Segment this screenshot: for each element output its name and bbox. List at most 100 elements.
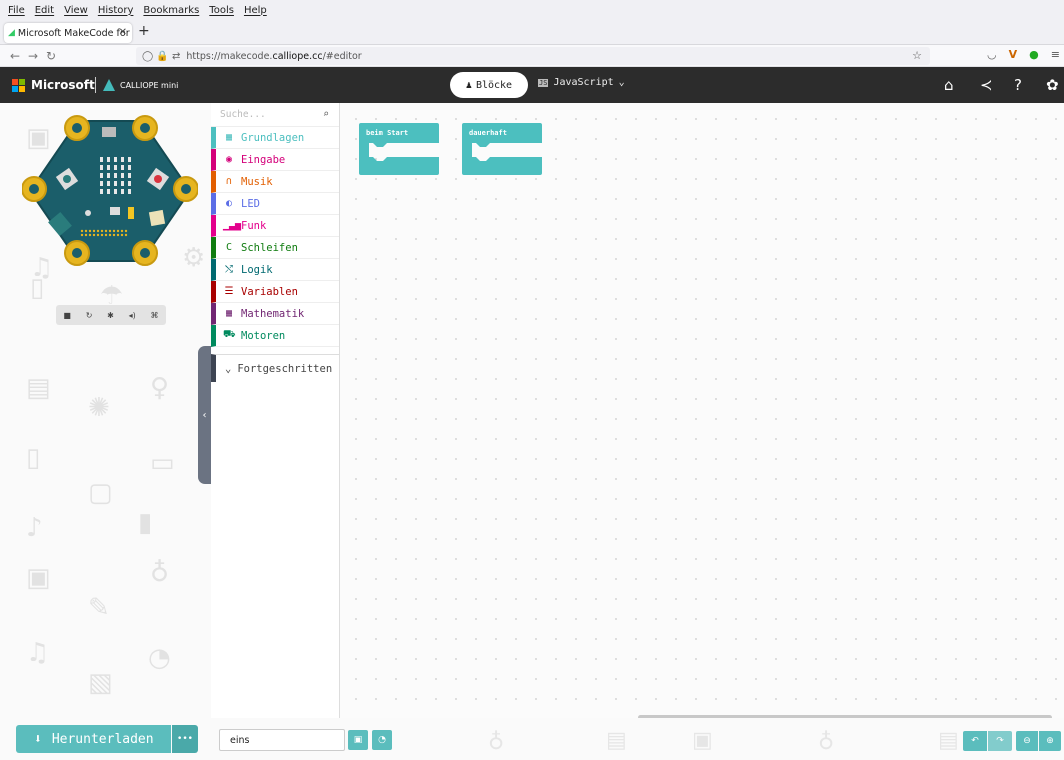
block-on-start[interactable]: beim Start xyxy=(359,123,439,175)
camera-bg-icon: ▧ xyxy=(88,668,113,698)
extension-green-icon[interactable]: ● xyxy=(1029,48,1039,61)
zoom-in-button[interactable]: ⊕ xyxy=(1039,731,1061,751)
download-button[interactable]: ⬇ Herunterladen xyxy=(16,725,171,753)
usb2-bg-icon: ▤ xyxy=(938,728,959,753)
list-icon: ☰ xyxy=(224,286,234,297)
zoom-out-button[interactable]: ⊖ xyxy=(1016,731,1038,751)
category-funk[interactable]: ▁▃▅ Funk xyxy=(211,215,339,237)
bookmark-star-icon[interactable]: ☆ xyxy=(912,49,922,62)
help-icon[interactable]: ? xyxy=(1014,76,1022,94)
github-button[interactable]: ◔ xyxy=(372,730,392,750)
category-musik[interactable]: ∩ Musik xyxy=(211,171,339,193)
menu-tools[interactable]: Tools xyxy=(209,5,234,16)
redo-button[interactable]: ↷ xyxy=(988,731,1012,751)
calliope-board[interactable] xyxy=(22,111,198,273)
search-input[interactable]: Suche... xyxy=(220,109,266,120)
chip-bg-icon: ▣ xyxy=(692,728,713,753)
undo-icon: ↶ xyxy=(971,736,979,746)
toolbox-search[interactable]: Suche... ⌕ xyxy=(211,103,339,127)
category-label: Eingabe xyxy=(241,153,286,166)
microsoft-logo[interactable]: Microsoft xyxy=(12,78,95,92)
category-schleifen[interactable]: C Schleifen xyxy=(211,237,339,259)
extension-v-icon[interactable]: V xyxy=(1009,48,1018,61)
tab-javascript-label: JavaScript xyxy=(553,77,614,88)
save-button[interactable]: ▣ xyxy=(348,730,368,750)
url-prefix: https://makecode. xyxy=(186,50,273,62)
product-label: CALLIOPE mini xyxy=(120,80,179,90)
menu-history[interactable]: History xyxy=(98,5,134,16)
url-bar[interactable]: ◯ 🔒 ⇄ https://makecode. calliope.cc/#edit… xyxy=(136,47,930,65)
category-label: Musik xyxy=(241,175,273,188)
menu-bookmarks[interactable]: Bookmarks xyxy=(143,5,199,16)
home-icon[interactable]: ⌂ xyxy=(944,76,954,94)
category-mathematik[interactable]: ▦ Mathematik xyxy=(211,303,339,325)
menu-view[interactable]: View xyxy=(64,5,88,16)
download-more-button[interactable]: ••• xyxy=(172,725,198,753)
cog-bg-icon: ✺ xyxy=(88,393,110,423)
bulb-bg-icon: ♁ xyxy=(488,730,505,755)
menu-file[interactable]: File xyxy=(8,5,25,16)
project-name-input[interactable]: eins xyxy=(219,729,345,751)
category-motoren[interactable]: ⛟ Motoren xyxy=(211,325,339,347)
chip2-bg-icon: ▣ xyxy=(26,563,51,593)
code-icon: JS xyxy=(538,78,549,87)
calliope-logo[interactable]: CALLIOPE mini xyxy=(103,79,178,91)
menu-edit[interactable]: Edit xyxy=(35,5,54,16)
hamburger-menu-icon[interactable]: ≡ xyxy=(1051,48,1060,61)
restart-icon[interactable]: ↻ xyxy=(86,311,93,320)
forward-icon[interactable]: → xyxy=(24,49,42,63)
browser-tab[interactable]: ◢ Microsoft MakeCode for C ✕ xyxy=(4,23,132,43)
search-icon: ⌕ xyxy=(322,109,329,120)
block-on-start-label: beim Start xyxy=(366,129,409,137)
redo-icon: ↷ xyxy=(996,736,1004,746)
cards-bg-icon: ▤ xyxy=(26,373,51,403)
grid-icon: ▦ xyxy=(225,132,233,143)
fullscreen-icon[interactable]: ⌘ xyxy=(151,311,159,320)
category-led[interactable]: ◐ LED xyxy=(211,193,339,215)
new-tab-icon[interactable]: + xyxy=(138,23,150,39)
category-label: Motoren xyxy=(241,329,286,342)
mute-icon[interactable]: ◂) xyxy=(129,311,136,320)
browser-extensions: ◡ V ● ≡ xyxy=(987,48,1060,61)
undo-button[interactable]: ↶ xyxy=(963,731,987,751)
editor-bottom-bar: ♁ ▤ ▣ ♁ ▤ ⬇ Herunterladen ••• eins ▣ ◔ ↶… xyxy=(0,718,1064,760)
reload-icon[interactable]: ↻ xyxy=(42,49,60,63)
makecode-header: Microsoft CALLIOPE mini ♟ Blöcke JS Java… xyxy=(0,67,1064,103)
category-label: Schleifen xyxy=(241,241,298,254)
pen-bg-icon: ✎ xyxy=(88,593,110,623)
menu-help[interactable]: Help xyxy=(244,5,267,16)
usb-bg-icon: ▮ xyxy=(138,508,153,538)
block-forever[interactable]: dauerhaft xyxy=(462,123,542,175)
simulator-panel: ▣ ♫ ▯ ☂ ⚙ ▤ ♀ ✺ ▯ ▭ ▢ ♪ ▮ ▣ ♁ ✎ ♫ ◔ ▧ ■ … xyxy=(0,103,211,718)
calliope-mark-icon xyxy=(103,79,115,91)
pocket-icon[interactable]: ◡ xyxy=(987,48,997,61)
category-label: Grundlagen xyxy=(241,131,305,144)
stop-icon[interactable]: ■ xyxy=(63,311,71,320)
phone-bg-icon: ▯ xyxy=(26,443,41,473)
browser-menubar: File Edit View History Bookmarks Tools H… xyxy=(0,0,1064,20)
collapse-simulator-button[interactable]: ‹ xyxy=(198,346,211,484)
more-icon: ••• xyxy=(177,734,193,744)
url-domain: calliope.cc xyxy=(272,50,323,62)
category-variablen[interactable]: ☰ Variablen xyxy=(211,281,339,303)
tab-javascript[interactable]: JS JavaScript ⌄ xyxy=(538,77,625,88)
category-grundlagen[interactable]: ▦ Grundlagen xyxy=(211,127,339,149)
refresh-icon: C xyxy=(225,242,233,253)
battery-bg-icon: ▯ xyxy=(30,273,45,303)
category-eingabe[interactable]: ◉ Eingabe xyxy=(211,149,339,171)
back-icon[interactable]: ← xyxy=(6,49,24,63)
category-fortgeschritten[interactable]: ⌄ Fortgeschritten xyxy=(211,354,339,382)
save-icon: ▣ xyxy=(353,735,363,745)
tab-blocks[interactable]: ♟ Blöcke xyxy=(450,72,528,98)
download-label: Herunterladen xyxy=(51,731,154,747)
simulator-controls: ■ ↻ ✱ ◂) ⌘ xyxy=(56,305,166,325)
debug-icon[interactable]: ✱ xyxy=(107,311,114,320)
speech-bg-icon: ▢ xyxy=(88,478,113,508)
category-logik[interactable]: ⤭ Logik xyxy=(211,259,339,281)
gear-icon[interactable]: ✿ xyxy=(1046,76,1059,94)
blocks-workspace[interactable]: beim Start dauerhaft xyxy=(340,103,1064,720)
share-icon[interactable]: ≺ xyxy=(980,76,993,94)
puzzle-icon: ♟ xyxy=(465,79,472,91)
close-tab-icon[interactable]: ✕ xyxy=(119,27,127,38)
makecode-favicon-icon: ◢ xyxy=(8,28,15,38)
